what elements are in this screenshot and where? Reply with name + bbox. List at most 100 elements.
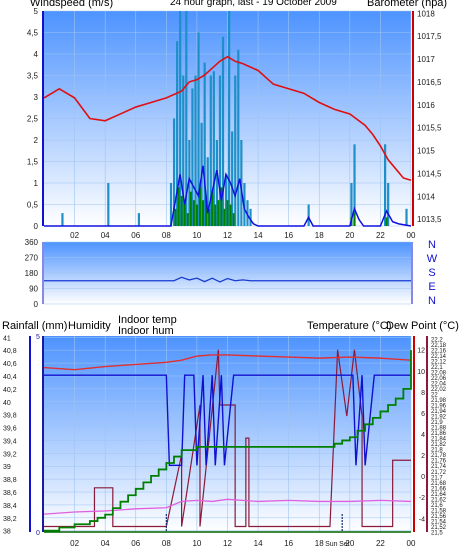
y-tick-label: 3,5 (27, 72, 39, 81)
temp-tick-label: -2 (419, 495, 425, 502)
y2-tick-label: 1017 (417, 55, 435, 64)
y-tick-label: 3 (34, 93, 39, 102)
x-tick-label: 04 (101, 539, 110, 548)
temp-tick-label: 10 (417, 369, 425, 376)
x-tick-label: 08 (162, 231, 171, 240)
compass-label: S (428, 267, 435, 279)
indoor-tick-label: 21,84 (431, 437, 447, 443)
x-tick-label: 00 (407, 539, 416, 548)
temp-tick-label: 6 (421, 411, 425, 418)
indoor-tick-label: 21,54 (431, 519, 447, 525)
x-tick-label: 10 (192, 231, 201, 240)
indoor-tick-label: 21,52 (431, 525, 447, 531)
y-tick-label: 1,5 (27, 158, 39, 167)
x-tick-label: 12 (223, 539, 232, 548)
gust-bar (61, 213, 64, 226)
indoor-tick-label: 22,18 (431, 343, 447, 349)
indoor-tick-label: 21,86 (431, 431, 447, 437)
gust-bar (405, 208, 408, 226)
indoor-tick-label: 21,66 (431, 486, 447, 492)
x-tick-label: 02 (70, 539, 79, 548)
direction-tick-label: 90 (29, 285, 38, 294)
x-tick-label: 16 (284, 539, 293, 548)
x-tick-label: 04 (101, 231, 110, 240)
gust-bar (307, 204, 310, 226)
indoor-tick-label: 22,1 (431, 365, 443, 371)
humidity-tick-label: 5 (36, 334, 40, 341)
wind-bar-green (183, 204, 186, 226)
rain-tick-label: 38,2 (3, 516, 17, 523)
y-tick-label: 5 (34, 7, 39, 16)
x-tick-label: 02 (70, 231, 79, 240)
rain-tick-label: 40 (3, 400, 11, 407)
x-tick-label: 10 (192, 539, 201, 548)
temp-tick-label: 4 (421, 432, 425, 439)
wind-bar-green (229, 204, 232, 226)
y2-tick-label: 1014 (417, 192, 435, 201)
wind-bar-green (353, 213, 356, 226)
wind-bar-green (174, 208, 177, 226)
x-tick-label: 22 (376, 539, 385, 548)
indoor-tick-label: 21,7 (431, 475, 443, 481)
direction-tick-label: 180 (25, 269, 39, 278)
wind-bar-green (232, 213, 235, 226)
sunset-label: Set (339, 541, 350, 548)
rain-tick-label: 39,2 (3, 451, 17, 458)
x-tick-label: 16 (284, 231, 293, 240)
indoor-tick-label: 21,6 (431, 503, 443, 509)
direction-tick-label: 360 (25, 238, 39, 247)
y2-tick-label: 1018 (417, 9, 435, 18)
rain-tick-label: 39,6 (3, 426, 17, 433)
wind-bar-green (385, 217, 388, 226)
wind-bar-green (223, 208, 226, 226)
x-tick-label: 00 (407, 231, 416, 240)
gust-bar (107, 183, 110, 226)
y2-tick-label: 1014,5 (417, 169, 442, 178)
indoor-tick-label: 21,98 (431, 398, 447, 404)
indoor-tick-label: 21,94 (431, 409, 447, 415)
x-tick-label: 22 (376, 231, 385, 240)
compass-label: N (428, 239, 436, 251)
y2-tick-label: 1016 (417, 101, 435, 110)
indoor-tick-label: 21,8 (431, 448, 443, 454)
y2-tick-label: 1013,5 (417, 215, 442, 224)
direction-tick-label: 0 (34, 300, 39, 309)
indoor-tick-label: 21,72 (431, 470, 447, 476)
rain-tick-label: 38 (3, 529, 11, 536)
y2-tick-label: 1017,5 (417, 32, 442, 41)
humidity-tick-label: 0 (36, 530, 40, 537)
indoor-tick-label: 21,82 (431, 442, 447, 448)
indoor-tick-label: 21,76 (431, 459, 447, 465)
wind-bar-green (192, 200, 195, 226)
indoor-tick-label: 21,92 (431, 415, 447, 421)
temp-tick-label: 0 (421, 474, 425, 481)
rain-tick-label: 40,6 (3, 361, 17, 368)
wind-bar-green (195, 204, 198, 226)
rain-tick-label: 38,8 (3, 477, 17, 484)
x-tick-label: 08 (162, 539, 171, 548)
rain-tick-label: 39,8 (3, 413, 17, 420)
y-tick-label: 2,5 (27, 115, 39, 124)
wind-bar-green (177, 187, 180, 226)
sunrise-label: Sun (325, 541, 338, 548)
compass-label: E (428, 281, 435, 293)
weather-graph: Windspeed (m/s) 24 hour graph, last - 19… (0, 0, 459, 555)
x-tick-label: 06 (131, 539, 140, 548)
gust-bar (237, 49, 240, 227)
x-tick-label: 06 (131, 231, 140, 240)
indoor-tick-label: 22,2 (431, 337, 443, 343)
rain-tick-label: 40,4 (3, 374, 17, 381)
gust-bar (234, 75, 237, 226)
y-tick-label: 0,5 (27, 201, 39, 210)
temp-tick-label: 8 (421, 390, 425, 397)
rain-tick-label: 40,8 (3, 348, 17, 355)
gust-bar (228, 11, 231, 226)
wind-bar-green (180, 195, 183, 226)
indoor-tick-label: 22,14 (431, 354, 447, 360)
rain-tick-label: 38,6 (3, 490, 17, 497)
y-tick-label: 2 (34, 136, 39, 145)
wind-bar-green (202, 200, 205, 226)
indoor-tick-label: 22,16 (431, 348, 447, 354)
rain-tick-label: 39 (3, 464, 11, 471)
x-tick-label: 18 (315, 231, 324, 240)
